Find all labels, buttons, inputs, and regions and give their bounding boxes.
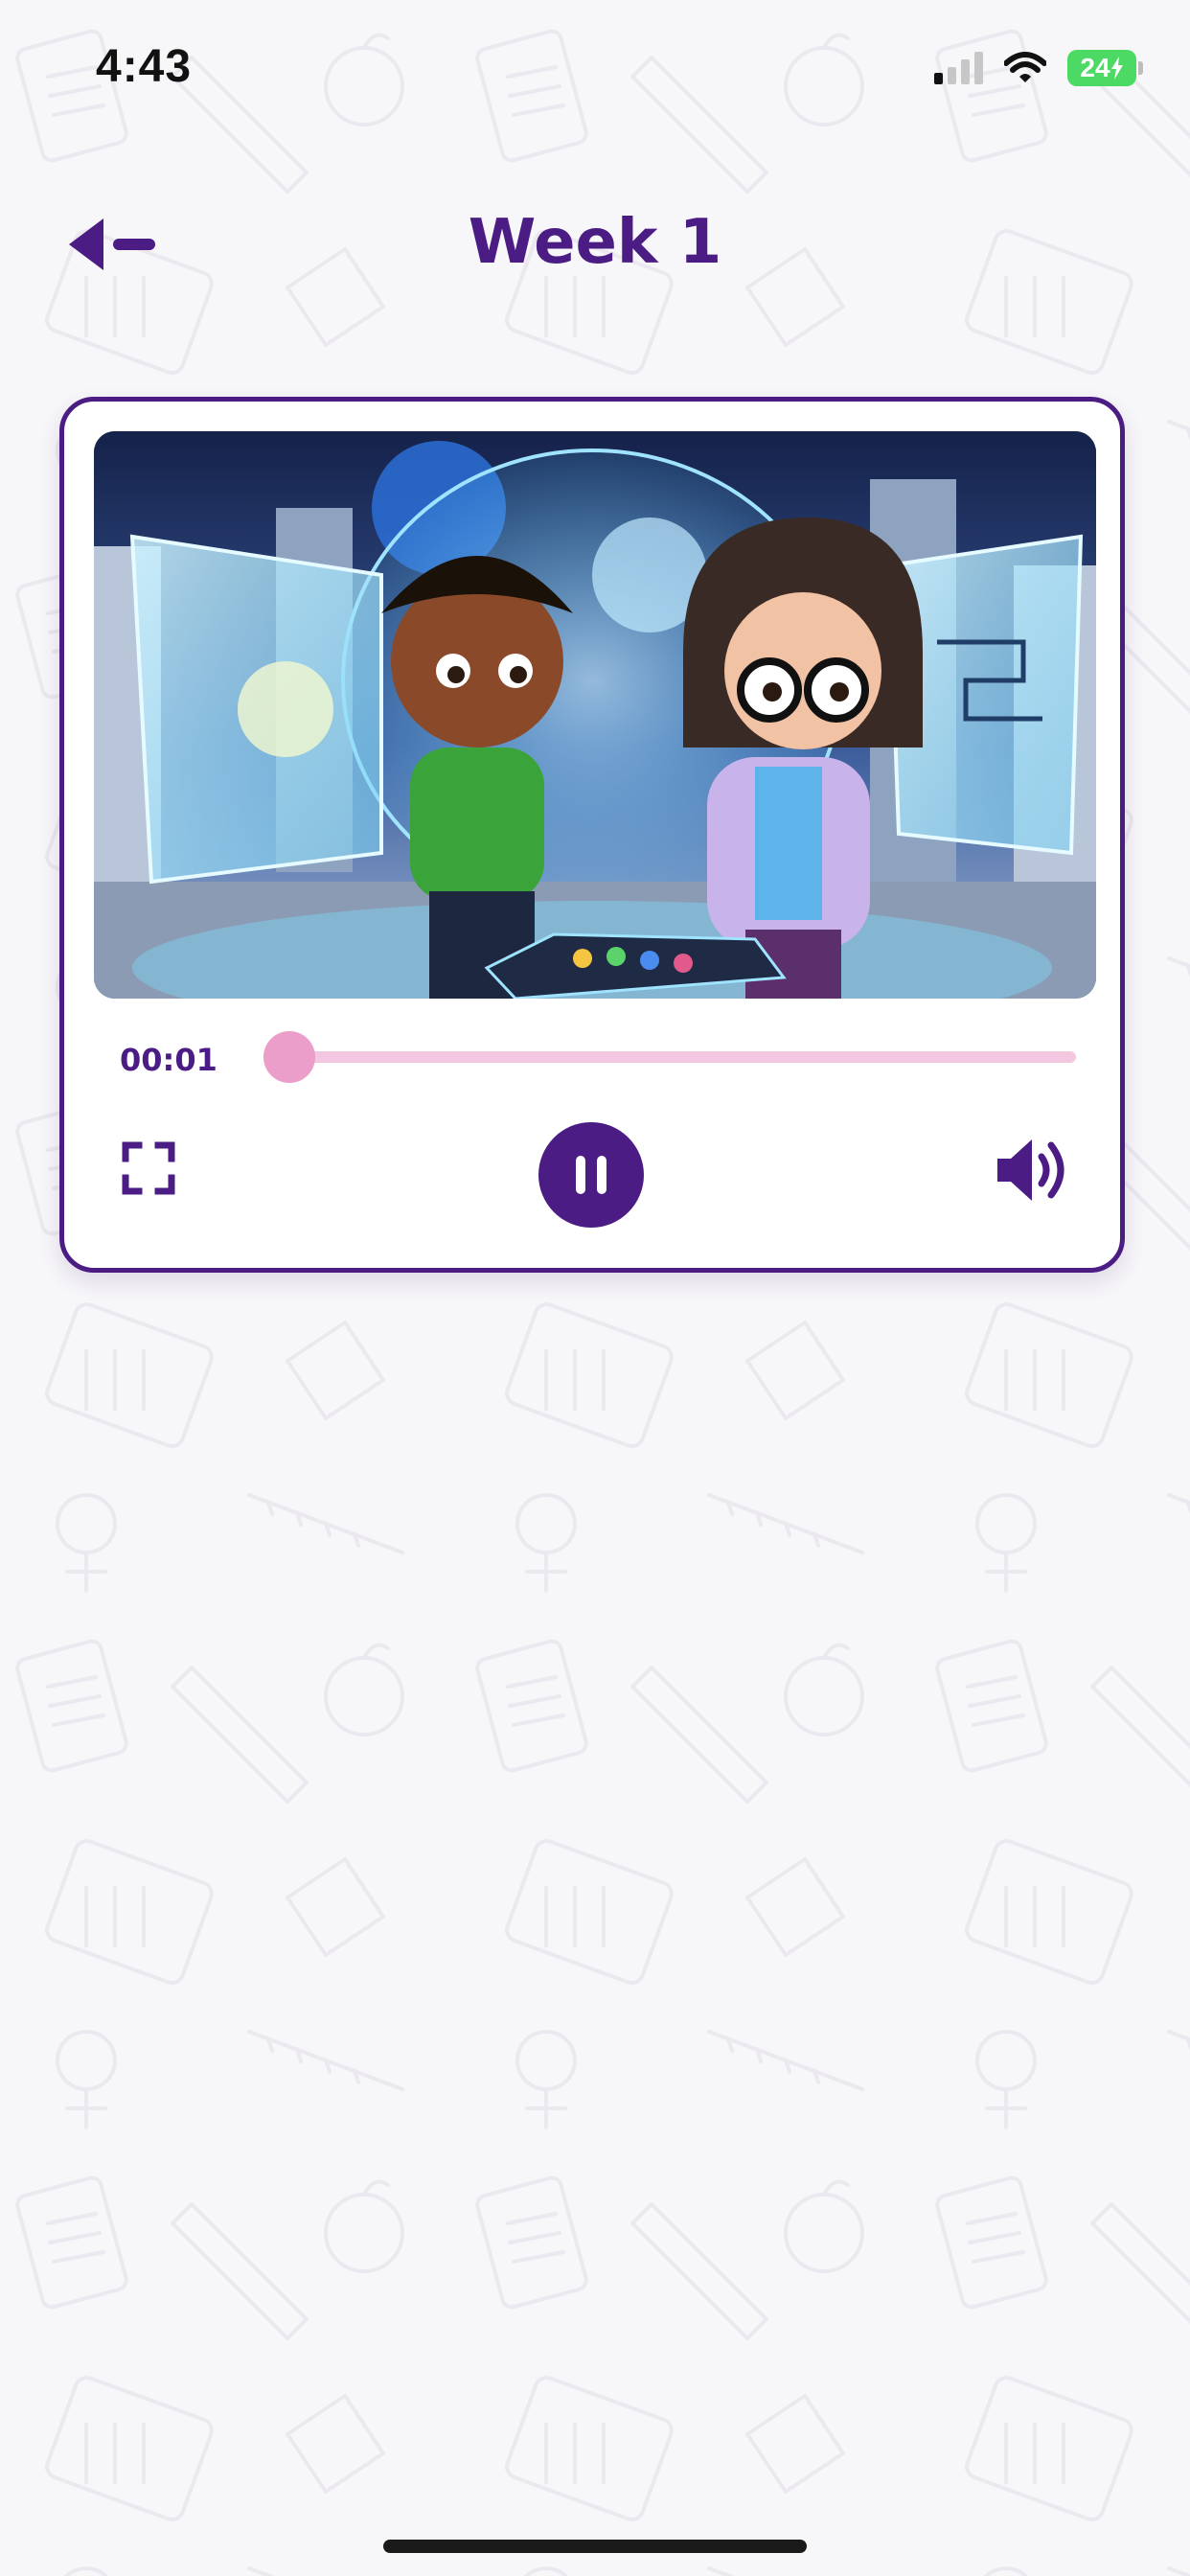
status-time: 4:43 [96,41,193,92]
wifi-icon [1004,52,1046,82]
page-title: Week 1 [468,207,722,278]
progress-slider[interactable] [263,1031,1076,1083]
video-player-card: 00:01 [59,397,1125,1273]
status-bar: 4:43 24 [0,0,1190,134]
volume-button[interactable] [994,1134,1070,1207]
progress-thumb[interactable] [263,1031,316,1083]
cellular-signal-icon [934,52,983,84]
battery-level: 24 [1080,53,1110,82]
current-time: 00:01 [120,1042,217,1078]
battery-charging-icon: 24 [1067,50,1143,86]
header: Week 1 [0,182,1190,307]
pause-button[interactable] [538,1122,644,1228]
background-doodle-pattern [0,0,1190,2576]
volume-icon [997,1139,1064,1201]
video-frame[interactable] [94,431,1096,999]
fullscreen-button[interactable] [120,1139,177,1197]
video-illustration [94,431,1096,999]
status-icons: 24 [934,50,1143,86]
charging-bolt-icon [1110,57,1123,80]
home-indicator[interactable] [383,2540,807,2553]
pause-icon [576,1156,606,1194]
fullscreen-icon [122,1141,175,1195]
